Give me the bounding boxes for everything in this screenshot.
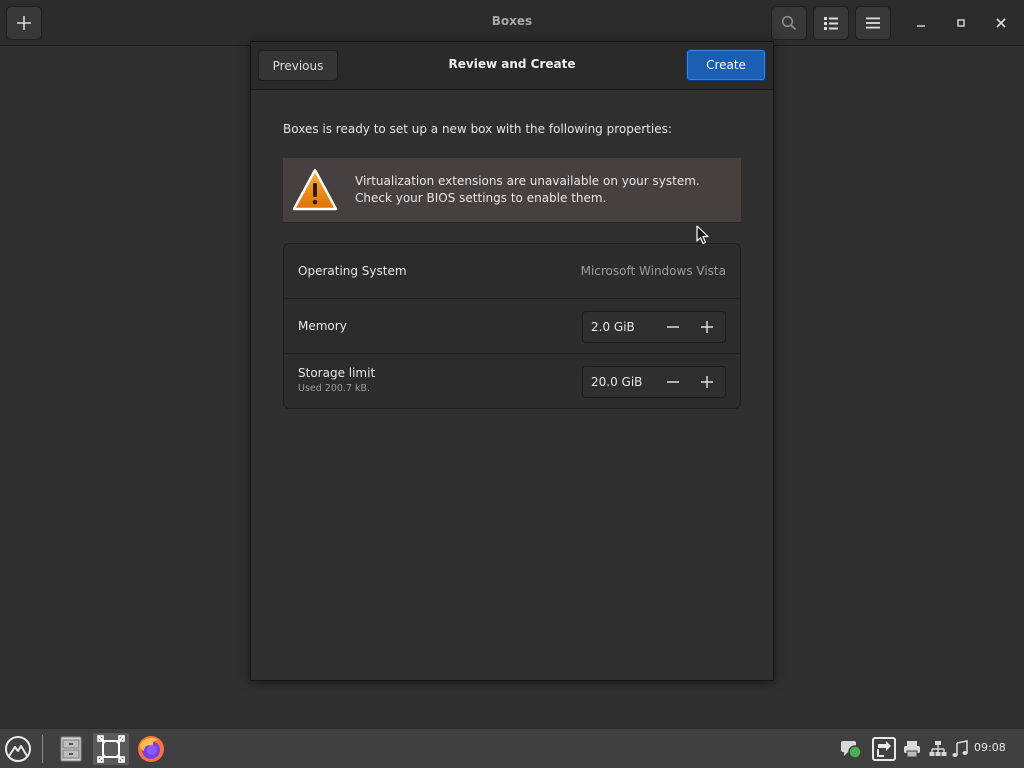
- search-button[interactable]: [771, 6, 807, 40]
- firefox-icon: [138, 736, 164, 762]
- update-manager-icon[interactable]: [872, 736, 896, 762]
- minimize-icon: [917, 25, 925, 27]
- storage-increase-button[interactable]: [690, 368, 724, 396]
- intro-text: Boxes is ready to set up a new box with …: [283, 122, 672, 136]
- plus-icon: [701, 321, 713, 333]
- memory-row: Memory 2.0 GiB: [284, 299, 740, 354]
- file-manager-launcher[interactable]: [56, 733, 86, 765]
- warning-text-line-1: Virtualization extensions are unavailabl…: [355, 174, 700, 188]
- memory-label: Memory: [298, 319, 347, 333]
- new-box-button[interactable]: [6, 6, 42, 40]
- chat-status-icon[interactable]: [840, 738, 862, 760]
- virtualization-warning: Virtualization extensions are unavailabl…: [283, 158, 741, 223]
- app-menu-button[interactable]: [3, 733, 33, 765]
- storage-used-text: Used 200.7 kB.: [298, 383, 371, 394]
- main-menu-button[interactable]: [855, 6, 891, 40]
- boxes-icon: [97, 735, 125, 763]
- os-value: Microsoft Windows Vista: [580, 264, 726, 278]
- minus-icon: [667, 381, 679, 383]
- operating-system-row: Operating System Microsoft Windows Vista: [284, 244, 740, 299]
- properties-list: Operating System Microsoft Windows Vista…: [283, 243, 741, 409]
- close-window-button[interactable]: [990, 12, 1012, 34]
- list-view-button[interactable]: [813, 6, 849, 40]
- printer-icon[interactable]: [903, 740, 921, 758]
- taskbar-separator: [42, 735, 43, 763]
- sound-icon[interactable]: [951, 740, 969, 758]
- memory-decrease-button[interactable]: [656, 313, 690, 341]
- app-menu-icon: [5, 736, 31, 762]
- warning-text-line-2: Check your BIOS settings to enable them.: [355, 191, 607, 205]
- storage-decrease-button[interactable]: [656, 368, 690, 396]
- hamburger-menu-icon: [866, 17, 880, 29]
- plus-icon: [17, 16, 31, 30]
- storage-value[interactable]: 20.0 GiB: [591, 375, 642, 389]
- os-label: Operating System: [298, 264, 407, 278]
- mouse-cursor-icon: [696, 225, 709, 245]
- dialog-header: Previous Review and Create Create: [251, 42, 773, 90]
- review-create-dialog: Previous Review and Create Create Boxes …: [250, 41, 774, 681]
- network-icon[interactable]: [929, 740, 947, 758]
- storage-limit-row: Storage limit Used 200.7 kB. 20.0 GiB: [284, 354, 740, 408]
- main-header: Boxes: [0, 0, 1024, 46]
- plus-icon: [701, 376, 713, 388]
- boxes-launcher[interactable]: [93, 733, 129, 765]
- file-manager-icon: [60, 736, 82, 762]
- memory-increase-button[interactable]: [690, 313, 724, 341]
- memory-spinbutton[interactable]: 2.0 GiB: [582, 311, 726, 343]
- minus-icon: [667, 326, 679, 328]
- minimize-button[interactable]: [910, 12, 932, 34]
- create-button[interactable]: Create: [686, 49, 766, 81]
- storage-spinbutton[interactable]: 20.0 GiB: [582, 366, 726, 398]
- memory-value[interactable]: 2.0 GiB: [591, 320, 635, 334]
- maximize-icon: [957, 19, 965, 27]
- search-icon: [781, 15, 797, 31]
- maximize-button[interactable]: [950, 12, 972, 34]
- clock[interactable]: 09:08: [974, 741, 1006, 754]
- firefox-launcher[interactable]: [134, 733, 168, 765]
- taskbar: 09:08: [0, 728, 1024, 768]
- storage-label: Storage limit: [298, 366, 376, 380]
- close-icon: [996, 18, 1006, 28]
- warning-icon: [292, 168, 338, 211]
- list-view-icon: [824, 17, 838, 30]
